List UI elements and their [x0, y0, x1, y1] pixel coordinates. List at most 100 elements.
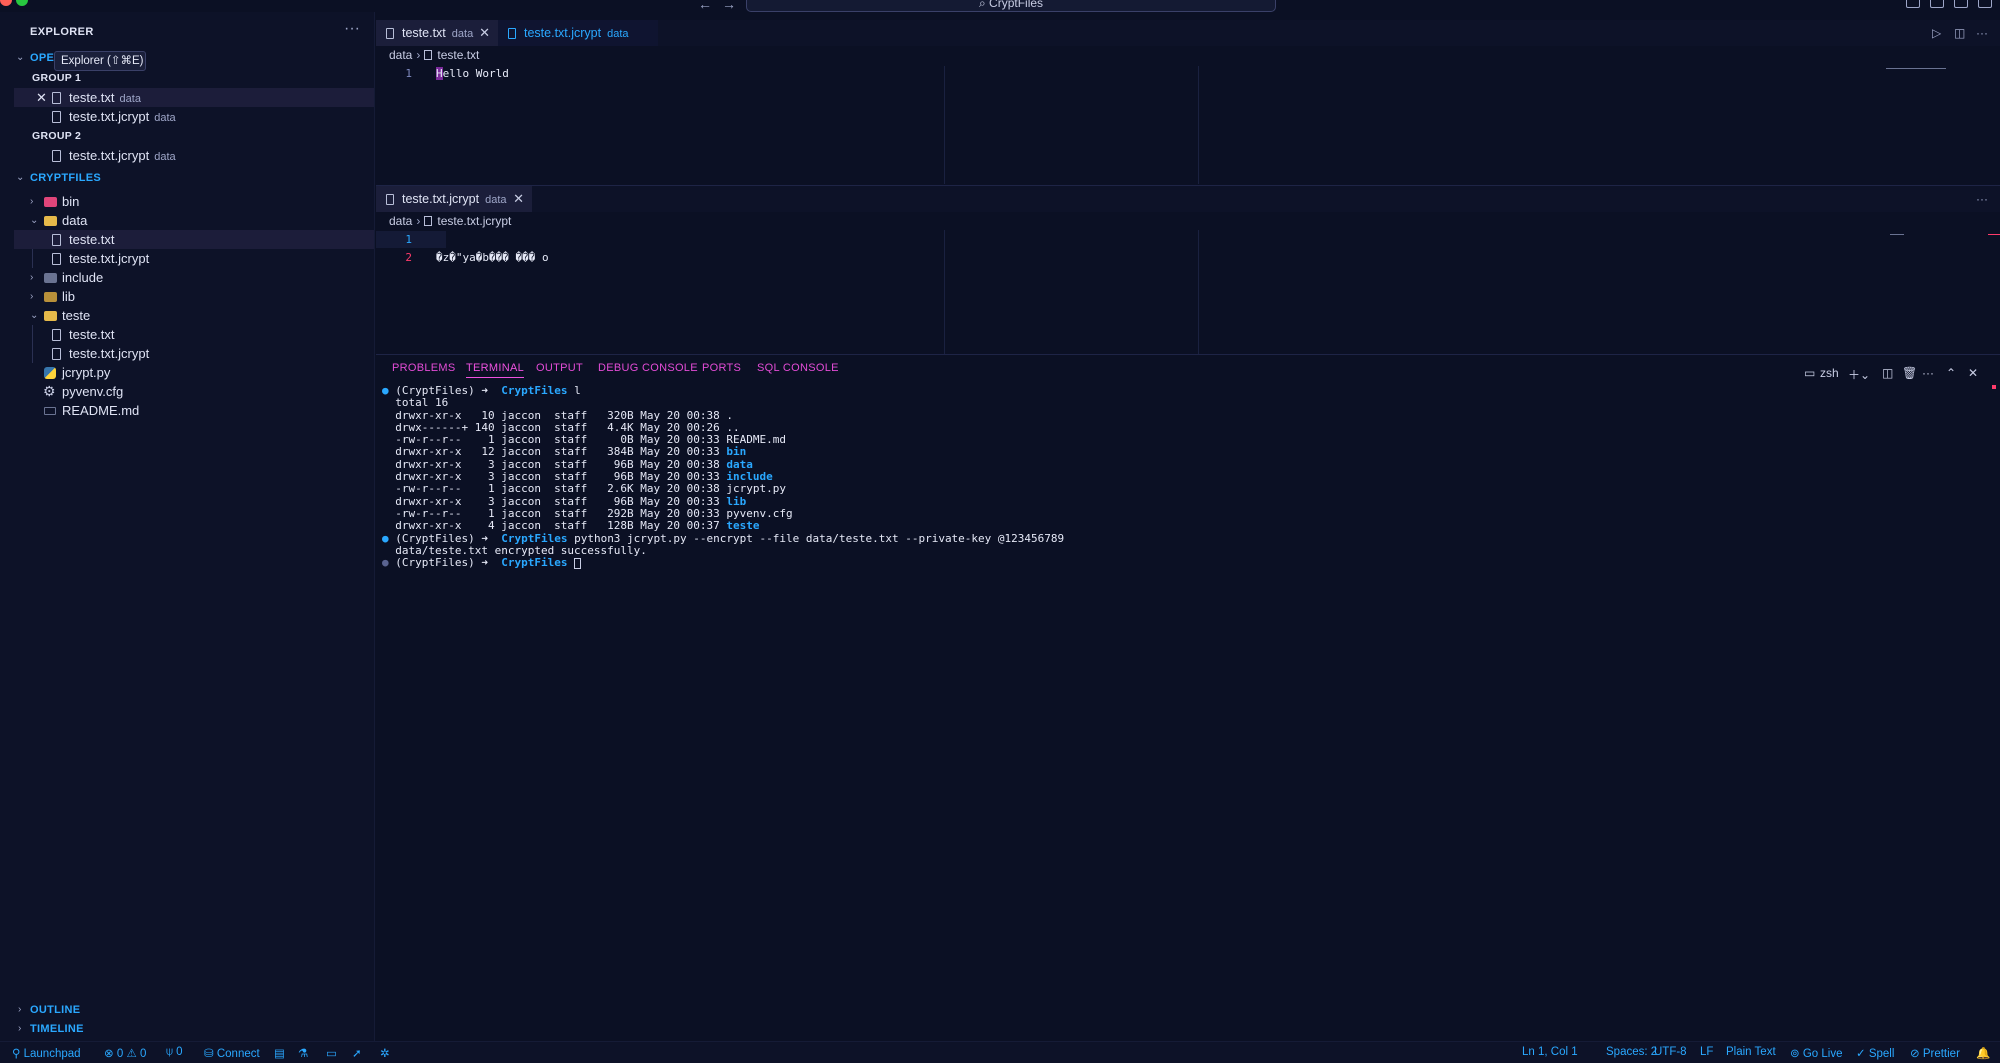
bug-icon[interactable]: ✲	[380, 1046, 390, 1060]
tree-item-teste[interactable]: ⌄ teste	[14, 306, 374, 325]
open-editor-desc: data	[154, 151, 176, 163]
tree-item-data[interactable]: ⌄ data	[14, 211, 374, 230]
ports-item[interactable]: ⍦ 0	[166, 1046, 183, 1059]
customize-layout-icon[interactable]	[1978, 0, 1992, 8]
tab-debug-console[interactable]: DEBUG CONSOLE	[598, 362, 698, 374]
rocket-icon: ⚲	[12, 1048, 24, 1060]
indentation[interactable]: Spaces: 2	[1606, 1046, 1657, 1058]
tree-item-file[interactable]: teste.txt.jcrypt	[14, 344, 374, 363]
back-arrow-icon[interactable]: ←	[698, 0, 712, 12]
close-window-button[interactable]	[0, 0, 12, 6]
chevron-right-icon: ›	[30, 272, 34, 283]
split-terminal-icon[interactable]: ◫	[1882, 366, 1893, 380]
problems-item[interactable]: ⊗ 0 ⚠ 0	[104, 1046, 146, 1060]
breadcrumb-folder[interactable]: data	[389, 214, 412, 228]
tab-teste-txt-jcrypt[interactable]: teste.txt.jcrypt data ✕	[376, 186, 532, 212]
close-icon[interactable]: ✕	[479, 20, 490, 46]
chevron-down-icon[interactable]: ⌄	[16, 52, 24, 63]
tab-bar: teste.txt data ✕ teste.txt.jcrypt data ▷ ◫…	[376, 20, 2000, 46]
tab-sql-console[interactable]: SQL CONSOLE	[757, 362, 839, 374]
minimap[interactable]	[1886, 68, 1946, 69]
more-actions-icon[interactable]: ···	[1976, 26, 1988, 40]
tab-output[interactable]: OUTPUT	[536, 362, 583, 374]
tab-problems[interactable]: PROBLEMS	[392, 362, 456, 374]
chevron-down-icon: ⌄	[30, 215, 39, 226]
listing-name: include	[726, 470, 773, 484]
check-icon: ✓	[1856, 1048, 1869, 1060]
close-icon[interactable]: ✕	[513, 186, 524, 212]
workspace-section-title[interactable]: CRYPTFILES	[30, 172, 101, 184]
go-live-item[interactable]: ⊚ Go Live	[1790, 1046, 1842, 1060]
breadcrumb-file[interactable]: teste.txt	[437, 48, 479, 62]
tree-item-lib[interactable]: › lib	[14, 287, 374, 306]
outline-section-title[interactable]: OUTLINE	[30, 1004, 80, 1016]
launchpad-item[interactable]: ⚲ Launchpad	[12, 1046, 81, 1060]
end-of-line[interactable]: LF	[1700, 1046, 1713, 1058]
terminal-text: total 16	[382, 396, 449, 410]
tree-item-include[interactable]: › include	[14, 268, 374, 287]
chevron-right-icon[interactable]: ›	[18, 1004, 21, 1015]
ruler	[944, 230, 945, 354]
bell-icon[interactable]: 🔔	[1976, 1046, 1990, 1060]
tree-item-bin[interactable]: › bin	[14, 192, 374, 211]
command-center-search[interactable]: ⌕ CryptFiles	[746, 0, 1276, 12]
rocket-icon[interactable]: ➚	[352, 1046, 362, 1060]
toggle-panel-icon[interactable]	[1930, 0, 1944, 8]
trash-icon[interactable]: 🗑	[1902, 366, 1917, 380]
listing-name: .	[726, 408, 733, 422]
chevron-right-icon[interactable]: ›	[18, 1023, 21, 1034]
open-editor-entry: teste.txt.jcrypt data	[69, 146, 176, 167]
notebook-icon[interactable]: ▤	[274, 1046, 285, 1060]
tree-item-file[interactable]: teste.txt	[14, 230, 374, 249]
more-actions-icon[interactable]: ···	[344, 20, 360, 38]
minimap[interactable]	[1890, 234, 1904, 235]
chevron-down-icon[interactable]: ⌄	[16, 172, 24, 183]
close-panel-icon[interactable]: ✕	[1968, 366, 1978, 380]
editor-line[interactable]: 1 Hello World	[376, 65, 2000, 82]
toggle-secondary-sidebar-icon[interactable]	[1954, 0, 1968, 8]
breadcrumb-file[interactable]: teste.txt.jcrypt	[437, 214, 511, 228]
connect-item[interactable]: ⛁ Connect	[204, 1046, 260, 1060]
run-icon[interactable]: ▷	[1932, 26, 1941, 40]
open-editor-item[interactable]: teste.txt.jcrypt data	[14, 146, 374, 165]
close-icon[interactable]: ✕	[36, 88, 47, 107]
encoding[interactable]: UTF-8	[1654, 1046, 1687, 1058]
timeline-section-title[interactable]: TIMELINE	[30, 1023, 84, 1035]
tree-item-file[interactable]: teste.txt	[14, 325, 374, 344]
language-mode[interactable]: Plain Text	[1726, 1046, 1776, 1058]
spell-item[interactable]: ✓ Spell	[1856, 1046, 1894, 1060]
spell-label: Spell	[1868, 1048, 1895, 1060]
listing-meta: drwxr-xr-x 10 jaccon staff 320B May 20 0…	[382, 408, 727, 422]
toggle-sidebar-icon[interactable]	[1906, 0, 1920, 8]
terminal-icon[interactable]: ▭	[326, 1046, 337, 1060]
breadcrumb-folder[interactable]: data	[389, 48, 412, 62]
radio-tower-icon: ⍦	[166, 1046, 177, 1058]
prettier-item[interactable]: ⊘ Prettier	[1910, 1046, 1960, 1060]
add-terminal-icon[interactable]: ＋⌄	[1848, 366, 1870, 383]
tab-terminal[interactable]: TERMINAL	[466, 362, 525, 378]
tab-ports[interactable]: PORTS	[702, 362, 741, 374]
open-editor-item[interactable]: ✕ teste.txt data	[14, 88, 374, 107]
more-actions-icon[interactable]: ···	[1976, 192, 1988, 206]
forward-arrow-icon[interactable]: →	[722, 0, 736, 12]
tab-teste-txt-jcrypt[interactable]: teste.txt.jcrypt data	[498, 20, 658, 46]
tree-item-file[interactable]: teste.txt.jcrypt	[14, 249, 374, 268]
cursor-position[interactable]: Ln 1, Col 1	[1522, 1046, 1578, 1058]
code-line[interactable]: �z�"ya�b��� ��� o	[436, 251, 549, 264]
listing-name: teste	[726, 519, 760, 533]
scrollbar-marker	[1992, 385, 1996, 389]
listing-meta: drwxr-xr-x 3 jaccon staff 96B May 20 00:…	[382, 494, 727, 508]
maximize-panel-icon[interactable]: ⌃	[1946, 366, 1956, 380]
terminal-output[interactable]: ● (CryptFiles) ➜ CryptFiles l total 16 d…	[382, 384, 1064, 570]
shell-name[interactable]: zsh	[1820, 366, 1839, 380]
listing-meta: drwxr-xr-x 4 jaccon staff 128B May 20 00…	[382, 519, 727, 533]
flask-icon[interactable]: ⚗	[298, 1046, 308, 1060]
split-editor-icon[interactable]: ◫	[1954, 26, 1965, 40]
tree-item-file[interactable]: jcrypt.py	[14, 363, 374, 382]
maximize-window-button[interactable]	[16, 0, 28, 6]
tree-item-file[interactable]: ⚙ pyvenv.cfg	[14, 382, 374, 401]
tree-item-file[interactable]: README.md	[14, 401, 374, 420]
tab-teste-txt[interactable]: teste.txt data ✕	[376, 20, 498, 46]
more-actions-icon[interactable]: ···	[1922, 366, 1934, 380]
open-editor-item[interactable]: teste.txt.jcrypt data	[14, 107, 374, 126]
